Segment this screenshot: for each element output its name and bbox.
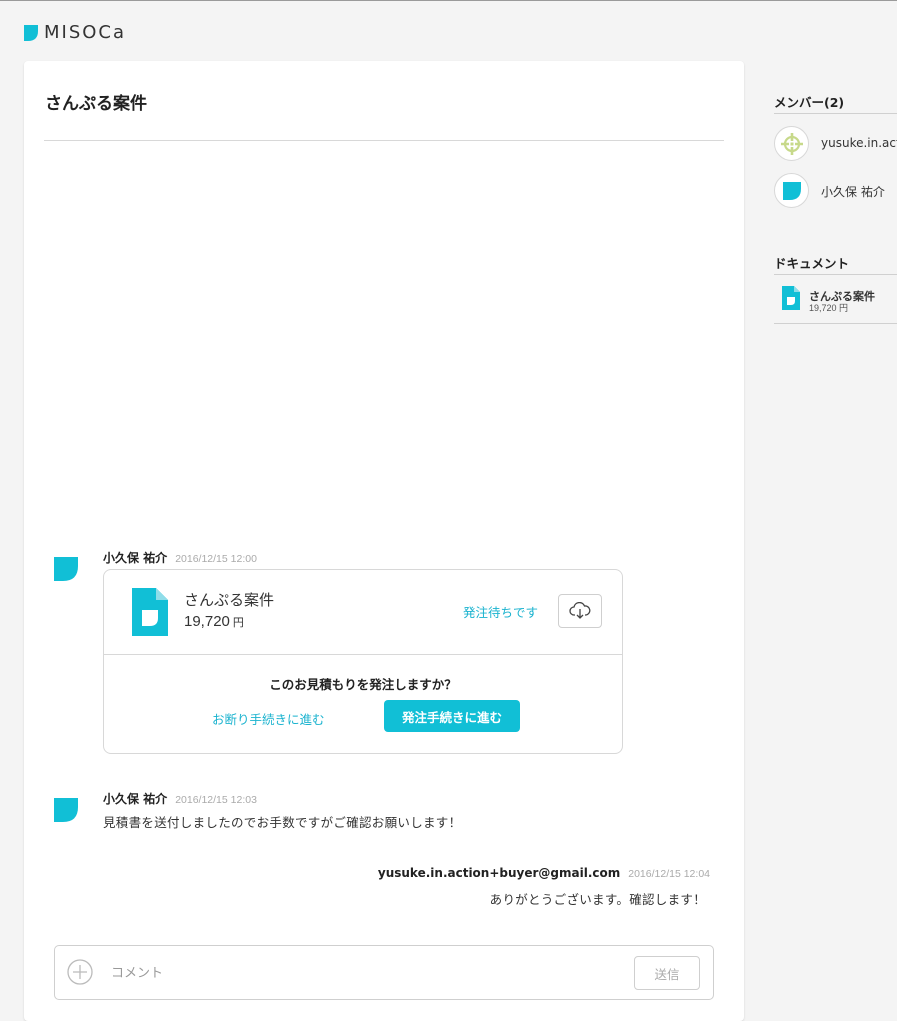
message-meta: yusuke.in.action+buyer@gmail.com 2016/12… <box>378 866 710 880</box>
documents-divider <box>774 274 897 275</box>
message-meta: 小久保 祐介 2016/12/15 12:03 <box>103 790 257 807</box>
misoca-logo-avatar-icon <box>782 181 801 200</box>
document-file-icon[interactable] <box>782 286 800 310</box>
page-title: さんぷる案件 <box>45 94 147 114</box>
documents-bottom-divider <box>774 323 897 324</box>
cloud-download-icon <box>569 602 591 619</box>
sidebar-document-amount: 19,720 円 <box>809 301 848 314</box>
crosshair-avatar-icon <box>780 132 803 155</box>
member-name[interactable]: 小久保 祐介 <box>821 183 885 200</box>
member-name[interactable]: yusuke.in.action+buyer@gmail.com <box>821 136 897 150</box>
order-question: このお見積もりを発注しますか？ <box>269 677 457 692</box>
download-button[interactable] <box>558 594 602 628</box>
amount-currency: 円 <box>232 617 244 629</box>
documents-heading: ドキュメント <box>774 256 850 271</box>
title-divider <box>44 140 724 141</box>
sidebar-amount-currency: 円 <box>839 303 849 313</box>
top-border <box>0 0 897 1</box>
message-text: 見積書を送付しましたのでお手数ですがご確認お願いします！ <box>103 815 462 830</box>
misoca-logo-icon <box>24 24 38 41</box>
amount-value: 19,720 <box>184 613 230 630</box>
sidebar: メンバー(2) yusuke.in.action+buyer@gmail.com… <box>774 0 897 1014</box>
document-amount: 19,720 円 <box>184 613 244 630</box>
order-button[interactable]: 発注手続きに進む <box>384 700 520 732</box>
misoca-avatar-icon <box>54 557 78 581</box>
members-heading: メンバー(2) <box>774 95 845 110</box>
message-time: 2016/12/15 12:04 <box>628 868 710 880</box>
document-name: さんぷる案件 <box>184 591 275 609</box>
message-time: 2016/12/15 12:00 <box>175 553 257 565</box>
members-divider <box>774 113 897 114</box>
document-divider <box>104 654 622 655</box>
project-card: さんぷる案件 小久保 祐介 2016/12/15 12:00 さんぷる案件 19… <box>24 61 744 1021</box>
misoca-avatar-icon <box>54 798 78 822</box>
message-author: yusuke.in.action+buyer@gmail.com <box>377 866 621 880</box>
misoca-logo[interactable]: MISOCa <box>24 22 126 43</box>
add-attachment-icon[interactable] <box>67 959 93 985</box>
decline-link[interactable]: お断り手続きに進む <box>212 709 325 728</box>
document-card: さんぷる案件 19,720 円 発注待ちです このお見積もりを発注しますか？ お断… <box>103 569 623 754</box>
message-time: 2016/12/15 12:03 <box>175 794 257 806</box>
member-avatar[interactable] <box>774 126 809 161</box>
message-author: 小久保 祐介 <box>103 551 168 565</box>
document-file-icon <box>132 588 168 636</box>
message-author: 小久保 祐介 <box>103 792 168 806</box>
message-text: ありがとうございます。確認します！ <box>489 892 706 907</box>
sidebar-amount-value: 19,720 <box>809 303 837 313</box>
message-meta: 小久保 祐介 2016/12/15 12:00 <box>103 549 257 566</box>
comment-box: 送信 <box>54 945 714 1000</box>
comment-input[interactable] <box>109 956 633 990</box>
send-button[interactable]: 送信 <box>634 956 700 990</box>
document-status: 発注待ちです <box>463 605 539 620</box>
member-avatar[interactable] <box>774 173 809 208</box>
logo-text: MISOCa <box>44 22 127 43</box>
